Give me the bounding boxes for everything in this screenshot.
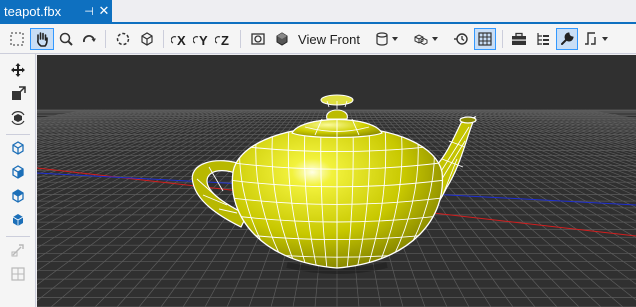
axis-x-icon: X xyxy=(171,33,186,47)
cube-object-icon xyxy=(12,141,24,155)
toolbar-separator xyxy=(240,30,241,48)
shading-dropdown-arrow[interactable] xyxy=(430,28,440,50)
move-arrows-icon xyxy=(11,63,25,77)
dashed-select-icon xyxy=(10,32,24,46)
rotate-tool-button[interactable] xyxy=(8,108,28,128)
cube-solid-icon xyxy=(12,214,24,226)
toolbar-separator xyxy=(502,30,503,48)
wrench-icon xyxy=(561,32,574,45)
rotate-cube-icon xyxy=(11,111,25,125)
viewport-scene xyxy=(37,55,636,307)
shading-button[interactable] xyxy=(412,28,430,50)
axis-y-icon: Y xyxy=(193,33,208,47)
cube-face-icon xyxy=(12,165,24,179)
orbit-tool-button[interactable] xyxy=(78,28,100,50)
hand-icon xyxy=(37,32,48,47)
svg-text:Y: Y xyxy=(199,33,208,47)
zoom-tool-button[interactable] xyxy=(56,28,76,50)
camera-fit-button[interactable] xyxy=(248,28,268,50)
tree-list-icon xyxy=(537,33,549,45)
properties-button[interactable] xyxy=(556,28,578,50)
rotate-y-button[interactable]: Y xyxy=(192,28,212,50)
tab-title: teapot.fbx xyxy=(4,3,62,19)
scale-tool-button[interactable] xyxy=(8,84,28,104)
document-tab-bar: teapot.fbx ⊣ ✕ xyxy=(0,0,636,24)
history-clock-icon xyxy=(454,33,468,45)
camera-lens-icon xyxy=(251,33,265,45)
rotate-x-button[interactable]: X xyxy=(170,28,190,50)
document-tab-teapot[interactable]: teapot.fbx ⊣ ✕ xyxy=(0,0,112,22)
select-edge-button[interactable] xyxy=(8,186,28,206)
cube-frame-icon xyxy=(141,32,153,46)
close-tab-icon[interactable]: ✕ xyxy=(96,3,112,19)
advanced-button[interactable] xyxy=(582,28,600,50)
document-outline-button[interactable] xyxy=(532,28,554,50)
subdivide-icon xyxy=(11,267,25,281)
lid-knob xyxy=(326,109,348,120)
toggle-grid-button[interactable] xyxy=(474,28,496,50)
cylinder-icon xyxy=(376,32,388,46)
extrude-button-disabled xyxy=(8,240,28,260)
view-cube-button[interactable] xyxy=(272,28,292,50)
frame-step-icon xyxy=(585,32,596,45)
svg-text:Z: Z xyxy=(221,33,229,47)
selection-mode-toolbar xyxy=(0,54,36,307)
pin-tab-icon[interactable]: ⊣ xyxy=(82,5,96,18)
cubes-icon xyxy=(414,34,428,46)
toolbar-separator xyxy=(105,30,106,48)
advanced-dropdown-arrow[interactable] xyxy=(600,28,610,50)
pan-tool-button[interactable] xyxy=(30,28,54,50)
3d-viewport[interactable] xyxy=(37,55,636,307)
select-vertex-button[interactable] xyxy=(8,210,28,230)
toolbar-separator xyxy=(6,236,30,237)
select-object-button[interactable] xyxy=(8,138,28,158)
axis-z-icon: Z xyxy=(215,33,229,47)
select-face-button[interactable] xyxy=(8,162,28,182)
render-mode-button[interactable] xyxy=(374,28,390,50)
view-cube-icon xyxy=(276,32,288,46)
toolbox-button[interactable] xyxy=(508,28,530,50)
extrude-icon xyxy=(11,244,24,257)
subdivide-button-disabled xyxy=(8,264,28,284)
scale-box-icon xyxy=(12,86,26,100)
select-tool-button[interactable] xyxy=(6,28,28,50)
cube-edge-icon xyxy=(12,189,24,203)
render-mode-dropdown-arrow[interactable] xyxy=(390,28,400,50)
chevron-down-icon xyxy=(432,37,438,41)
magnifier-icon xyxy=(59,32,73,46)
toolbar-separator xyxy=(163,30,164,48)
circle-select-icon xyxy=(116,32,130,46)
orbit-arrow-icon xyxy=(83,35,96,43)
reset-view-button[interactable] xyxy=(450,28,472,50)
chevron-down-icon xyxy=(392,37,398,41)
model-viewer-toolbar: X Y Z View Front xyxy=(0,24,636,54)
svg-text:X: X xyxy=(177,33,186,47)
move-tool-button[interactable] xyxy=(8,60,28,80)
toolbox-icon xyxy=(512,32,526,45)
chevron-down-icon xyxy=(602,37,608,41)
rotate-z-button[interactable]: Z xyxy=(214,28,234,50)
frame-object-button[interactable] xyxy=(136,28,158,50)
grid-icon xyxy=(478,32,492,46)
view-front-dropdown[interactable]: View Front xyxy=(296,28,362,50)
spout-tip xyxy=(459,116,477,124)
frame-selection-button[interactable] xyxy=(112,28,134,50)
toolbar-separator xyxy=(6,134,30,135)
